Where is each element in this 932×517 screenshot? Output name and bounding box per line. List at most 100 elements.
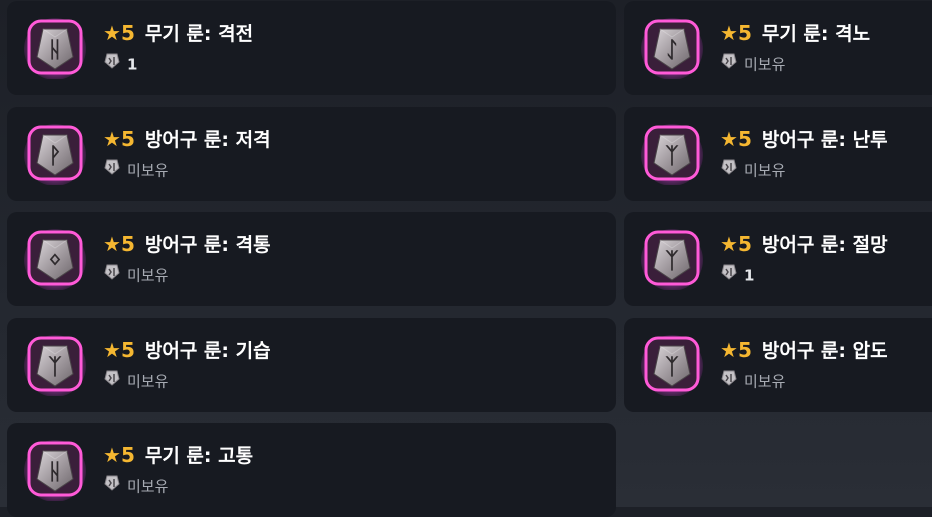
rune-title: ★5 방어구 룬: 격통 xyxy=(103,231,271,257)
rune-stone-icon: ᚺ xyxy=(24,18,86,79)
rune-icon: ᛉ xyxy=(23,332,87,396)
rune-card[interactable]: ᛜ ★5 방어구 룬: 격통 미보유 xyxy=(7,212,616,306)
rune-title: ★5 방어구 룬: 저격 xyxy=(103,126,271,152)
ownership-row: 미보유 xyxy=(103,263,271,287)
grade-value: 5 xyxy=(737,21,752,45)
rune-card[interactable]: ᚺ ★5 무기 룬: 격전 1 xyxy=(7,1,616,95)
rune-card[interactable]: ᛉ ★5 방어구 룬: 난투 미보유 xyxy=(624,107,932,201)
star-icon: ★ xyxy=(103,232,121,256)
rune-stone-icon: ᛉ xyxy=(641,124,703,185)
star-icon: ★ xyxy=(103,127,121,151)
rune-stone-icon: ᚹ xyxy=(24,124,86,185)
star-icon: ★ xyxy=(720,232,738,256)
rune-info: ★5 무기 룬: 격노 미보유 xyxy=(720,20,870,76)
svg-text:ᛉ: ᛉ xyxy=(48,355,62,380)
star-icon: ★ xyxy=(720,338,738,362)
ownership-row: 미보유 xyxy=(720,158,888,182)
rune-name: 무기 룬: 격노 xyxy=(761,23,871,45)
stone-icon xyxy=(103,263,121,288)
rune-title: ★5 무기 룬: 격전 xyxy=(103,20,253,46)
rune-title: ★5 방어구 룬: 절망 xyxy=(720,231,888,257)
rune-stone-icon: ᛉ xyxy=(641,229,703,290)
ownership-row: 미보유 xyxy=(103,369,271,393)
star-icon: ★ xyxy=(103,21,121,45)
rune-name: 무기 룬: 고통 xyxy=(144,445,254,467)
rune-info: ★5 방어구 룬: 난투 미보유 xyxy=(720,126,888,182)
rune-info: ★5 방어구 룬: 저격 미보유 xyxy=(103,126,271,182)
ownership-status: 미보유 xyxy=(744,372,786,391)
svg-text:ᛜ: ᛜ xyxy=(48,249,61,274)
rune-card[interactable]: ᚺ ★5 무기 룬: 고통 미보유 xyxy=(7,423,616,517)
ownership-status: 1 xyxy=(127,55,138,74)
rune-name: 방어구 룬: 압도 xyxy=(761,340,888,362)
rune-stone-icon: ᛉ xyxy=(24,335,86,396)
grade-value: 5 xyxy=(120,232,135,256)
stone-icon xyxy=(103,474,121,499)
svg-text:ᛉ: ᛉ xyxy=(665,355,679,380)
svg-text:ᛉ: ᛉ xyxy=(665,144,679,169)
rune-card[interactable]: ᚹ ★5 방어구 룬: 저격 미보유 xyxy=(7,107,616,201)
ownership-status: 미보유 xyxy=(744,55,786,74)
rune-icon: ᚹ xyxy=(23,121,87,185)
svg-text:ᚺ: ᚺ xyxy=(48,460,61,485)
ownership-status: 미보유 xyxy=(127,372,169,391)
rune-name: 방어구 룬: 저격 xyxy=(144,129,271,151)
rune-name: 방어구 룬: 기습 xyxy=(144,340,271,362)
star-icon: ★ xyxy=(103,338,121,362)
rune-card[interactable]: ᛉ ★5 방어구 룬: 압도 미보유 xyxy=(624,318,932,412)
rune-icon: ᛇ xyxy=(640,15,704,79)
rune-info: ★5 방어구 룬: 절망 1 xyxy=(720,231,888,287)
rune-title: ★5 방어구 룬: 난투 xyxy=(720,126,888,152)
rune-name: 방어구 룬: 난투 xyxy=(761,129,888,151)
rune-card[interactable]: ᛉ ★5 방어구 룬: 기습 미보유 xyxy=(7,318,616,412)
rune-icon: ᚺ xyxy=(23,437,87,501)
ownership-row: 1 xyxy=(720,263,888,287)
ownership-row: 미보유 xyxy=(103,474,253,498)
rune-info: ★5 방어구 룬: 기습 미보유 xyxy=(103,337,271,393)
rune-stone-icon: ᛇ xyxy=(641,18,703,79)
stone-icon xyxy=(720,369,738,394)
ownership-status: 미보유 xyxy=(127,161,169,180)
rune-card[interactable]: ᛉ ★5 방어구 룬: 절망 1 xyxy=(624,212,932,306)
stone-icon xyxy=(103,369,121,394)
stone-icon xyxy=(103,158,121,183)
ownership-row: 미보유 xyxy=(720,52,870,76)
ownership-row: 1 xyxy=(103,52,253,76)
rune-stone-icon: ᛜ xyxy=(24,229,86,290)
rune-icon: ᚺ xyxy=(23,15,87,79)
grade-value: 5 xyxy=(737,338,752,362)
ownership-row: 미보유 xyxy=(103,158,271,182)
svg-text:ᚹ: ᚹ xyxy=(48,144,61,169)
rune-name: 무기 룬: 격전 xyxy=(144,23,254,45)
rune-stone-icon: ᛉ xyxy=(641,335,703,396)
rune-name: 방어구 룬: 격통 xyxy=(144,234,271,256)
star-icon: ★ xyxy=(103,443,121,467)
rune-info: ★5 무기 룬: 격전 1 xyxy=(103,20,253,76)
ownership-row: 미보유 xyxy=(720,369,888,393)
rune-stone-icon: ᚺ xyxy=(24,440,86,501)
rune-icon: ᛉ xyxy=(640,121,704,185)
grade-value: 5 xyxy=(737,127,752,151)
rune-title: ★5 방어구 룬: 기습 xyxy=(103,337,271,363)
grade-value: 5 xyxy=(120,127,135,151)
rune-info: ★5 방어구 룬: 압도 미보유 xyxy=(720,337,888,393)
stone-icon xyxy=(720,52,738,77)
rune-icon: ᛜ xyxy=(23,226,87,290)
svg-text:ᛇ: ᛇ xyxy=(665,38,678,63)
ownership-status: 미보유 xyxy=(127,477,169,496)
ownership-status: 1 xyxy=(744,266,755,285)
grade-value: 5 xyxy=(120,21,135,45)
stone-icon xyxy=(720,158,738,183)
rune-title: ★5 무기 룬: 고통 xyxy=(103,442,253,468)
stone-icon xyxy=(720,263,738,288)
ownership-status: 미보유 xyxy=(744,161,786,180)
star-icon: ★ xyxy=(720,127,738,151)
rune-title: ★5 방어구 룬: 압도 xyxy=(720,337,888,363)
grade-value: 5 xyxy=(120,338,135,362)
rune-icon: ᛉ xyxy=(640,332,704,396)
rune-info: ★5 무기 룬: 고통 미보유 xyxy=(103,442,253,498)
rune-card[interactable]: ᛇ ★5 무기 룬: 격노 미보유 xyxy=(624,1,932,95)
rune-icon: ᛉ xyxy=(640,226,704,290)
grade-value: 5 xyxy=(120,443,135,467)
star-icon: ★ xyxy=(720,21,738,45)
